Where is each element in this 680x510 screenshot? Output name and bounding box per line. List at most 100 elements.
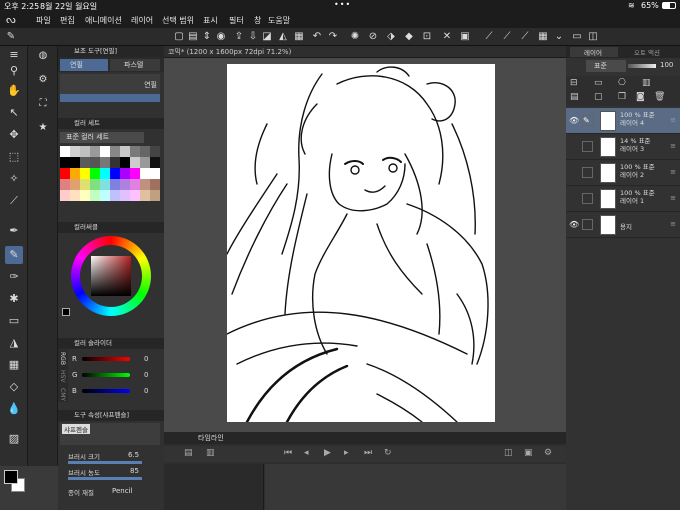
brush-icon[interactable]: ✑ (5, 268, 23, 286)
cel-icon[interactable]: ▣ (524, 448, 533, 458)
new-folder-icon[interactable]: ▢ (594, 92, 603, 102)
new-icon[interactable]: ▢ (172, 30, 186, 44)
save-icon[interactable]: ▤ (186, 30, 200, 44)
sub-view-icon[interactable]: ⚙ (35, 72, 51, 88)
invert-selection-icon[interactable]: ⬗ (384, 30, 398, 44)
color-swatch[interactable] (150, 179, 160, 190)
snap-icon[interactable]: ⟋ (518, 30, 532, 44)
copy-layer-icon[interactable]: ❐ (618, 92, 626, 102)
tab-pastel[interactable]: 파스텔 (110, 59, 160, 71)
panel-toggle-icon[interactable]: ▭ (570, 30, 584, 44)
color-swatch[interactable] (140, 190, 150, 201)
color-swatch[interactable] (140, 157, 150, 168)
hand-icon[interactable]: ✋ (5, 82, 23, 100)
layer-drag-handle-icon[interactable]: ≡ (670, 116, 676, 124)
layer-row[interactable]: 100 % 표준 레이어 2 ≡ (566, 160, 680, 186)
menu-window[interactable]: 창 (254, 15, 261, 26)
layer-edit-target-box[interactable] (582, 167, 593, 178)
fill-tool-icon[interactable]: ◮ (5, 334, 23, 352)
ruler-edit-icon[interactable]: ⟋ (500, 30, 514, 44)
color-swatch[interactable] (80, 168, 90, 179)
color-swatch[interactable] (60, 146, 70, 157)
timeline-frames[interactable] (265, 464, 566, 510)
color-swatch[interactable] (70, 190, 80, 201)
color-swatch[interactable] (60, 179, 70, 190)
brush-size-value[interactable]: 6.5 (128, 451, 139, 459)
slider-g-value[interactable]: 0 (144, 371, 148, 379)
color-swatch[interactable] (150, 146, 160, 157)
color-swatch[interactable] (90, 146, 100, 157)
color-swatch[interactable] (140, 146, 150, 157)
menu-filter[interactable]: 필터 (229, 15, 244, 26)
layer-edit-target-box[interactable] (582, 141, 593, 152)
clear-icon[interactable]: ✕ (440, 30, 454, 44)
shape-icon[interactable]: ▦ (292, 30, 306, 44)
select-all-icon[interactable]: ✺ (348, 30, 362, 44)
ruler-icon[interactable]: ⟋ (482, 30, 496, 44)
auto-select-icon[interactable]: ✧ (5, 170, 23, 188)
mask-icon[interactable]: ▥ (642, 78, 651, 88)
deselect-icon[interactable]: ⊘ (366, 30, 380, 44)
color-swatch[interactable] (100, 179, 110, 190)
color-swatch[interactable] (140, 168, 150, 179)
layer-row[interactable]: 100 % 표준 레이어 1 ≡ (566, 186, 680, 212)
color-swatch[interactable] (130, 179, 140, 190)
saturation-value-square[interactable] (91, 256, 131, 296)
color-circle-main-chip[interactable] (62, 308, 70, 316)
color-swatch[interactable] (60, 168, 70, 179)
color-swatch[interactable] (130, 190, 140, 201)
color-swatch[interactable] (80, 179, 90, 190)
tab-rgb[interactable]: RGB (59, 352, 66, 365)
eraser-icon[interactable]: ◇ (5, 378, 23, 396)
camera-icon[interactable]: ◉ (214, 30, 228, 44)
timeline-track-list[interactable] (164, 464, 264, 510)
color-swatch[interactable] (60, 190, 70, 201)
color-swatch[interactable] (70, 157, 80, 168)
color-swatch[interactable] (110, 190, 120, 201)
next-frame-icon[interactable]: ▸ (344, 448, 349, 458)
pencil-icon[interactable]: ✎ (4, 30, 18, 44)
blend-mode-dropdown[interactable]: 표준 (586, 60, 626, 72)
eye-icon[interactable]: 👁 (569, 116, 579, 126)
first-frame-icon[interactable]: ⏮ (284, 448, 292, 458)
expand-icon[interactable]: ⇕ (200, 30, 214, 44)
color-swatch[interactable] (150, 157, 160, 168)
color-swatch[interactable] (110, 168, 120, 179)
lock-icon[interactable]: ⊟ (570, 78, 578, 88)
blend-icon[interactable]: 💧 (5, 400, 23, 418)
paper-texture-value[interactable]: Pencil (112, 487, 132, 495)
onion-skin-icon[interactable]: ◫ (504, 448, 513, 458)
layer-drag-handle-icon[interactable]: ≡ (670, 168, 676, 176)
slider-r[interactable] (82, 357, 130, 361)
layer-edit-target-box[interactable] (582, 219, 593, 230)
color-swatch[interactable] (150, 190, 160, 201)
eyedropper-icon[interactable]: ⟋ (5, 192, 23, 210)
color-swatch[interactable] (110, 157, 120, 168)
menu-view[interactable]: 표시 (203, 15, 218, 26)
timeline-settings-icon[interactable]: ⚙ (544, 448, 552, 458)
eye-icon[interactable]: 👁 (569, 220, 579, 230)
redo-icon[interactable]: ↷ (326, 30, 340, 44)
brush-preset-selected[interactable] (60, 94, 160, 102)
figure-icon[interactable]: ▨ (5, 430, 23, 448)
hidden-eye-icon[interactable] (569, 168, 579, 178)
menu-selection[interactable]: 선택 범위 (162, 15, 194, 26)
color-swatch[interactable] (70, 168, 80, 179)
favorites-icon[interactable]: ★ (35, 120, 51, 136)
color-swatch[interactable] (120, 179, 130, 190)
color-swatch[interactable] (140, 179, 150, 190)
delete-layer-icon[interactable]: 🗑 (654, 92, 665, 102)
color-swatch[interactable] (130, 168, 140, 179)
brush-preset-item[interactable]: 연필 (60, 74, 160, 94)
import-icon[interactable]: ⇩ (246, 30, 260, 44)
color-swatch[interactable] (90, 179, 100, 190)
move-icon[interactable]: ✥ (5, 126, 23, 144)
layer-drag-handle-icon[interactable]: ≡ (670, 142, 676, 150)
loop-icon[interactable]: ↻ (384, 448, 392, 458)
color-swatch[interactable] (110, 179, 120, 190)
gradient-icon[interactable]: ▦ (5, 356, 23, 374)
export-icon[interactable]: ⇪ (232, 30, 246, 44)
menu-help[interactable]: 도움말 (268, 15, 290, 26)
color-swatch[interactable] (120, 190, 130, 201)
panel-toggle-icon-2[interactable]: ◫ (586, 30, 600, 44)
